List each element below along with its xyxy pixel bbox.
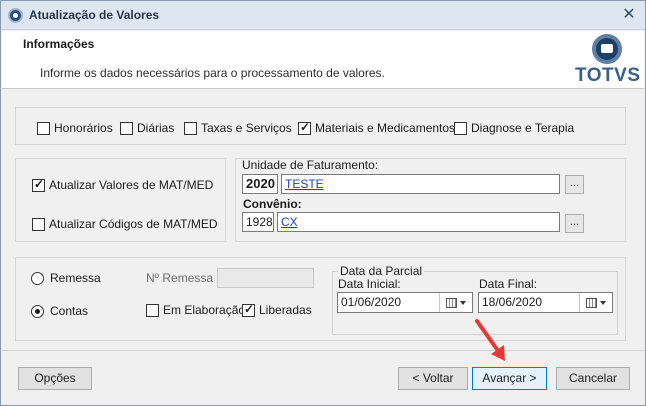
calendar-icon bbox=[446, 297, 457, 308]
totvs-logo: TOTVS bbox=[575, 34, 641, 86]
checkbox-label: Diagnose e Terapia bbox=[471, 121, 575, 135]
unit-code-field[interactable]: 2020 bbox=[242, 174, 278, 194]
radio-circle[interactable] bbox=[31, 271, 44, 285]
start-date-label: Data Inicial: bbox=[338, 277, 401, 291]
footer-divider bbox=[2, 350, 644, 351]
checkbox-box[interactable] bbox=[32, 177, 45, 192]
calendar-icon bbox=[586, 297, 597, 308]
remessa-number-field[interactable] bbox=[217, 268, 314, 288]
chevron-down-icon bbox=[460, 300, 466, 305]
radio-label: Contas bbox=[50, 304, 89, 318]
unit-label: Unidade de Faturamento: bbox=[242, 158, 379, 172]
close-icon[interactable]: ✕ bbox=[619, 7, 639, 24]
checkbox-update-codes[interactable]: Atualizar Códigos de MAT/MED bbox=[32, 217, 218, 231]
radio-remessa[interactable]: Remessa bbox=[31, 271, 101, 285]
next-button[interactable]: Avançar > bbox=[472, 367, 547, 390]
checkbox-box[interactable] bbox=[184, 121, 197, 135]
title-bar[interactable]: Atualização de Valores ✕ bbox=[1, 1, 645, 30]
start-date-picker[interactable]: 01/06/2020 bbox=[337, 292, 473, 313]
checkbox-label: Honorários bbox=[54, 121, 113, 135]
end-date-label: Data Final: bbox=[479, 277, 538, 291]
agreement-code-field[interactable]: 1928 bbox=[242, 212, 274, 232]
radio-label: Remessa bbox=[50, 271, 101, 285]
checkbox-label: Materiais e Medicamentos bbox=[315, 121, 456, 135]
checkbox-box[interactable] bbox=[32, 217, 45, 231]
agreement-lookup-button[interactable]: ... bbox=[565, 214, 584, 233]
agreement-label: Convênio: bbox=[243, 197, 302, 211]
start-date-value[interactable]: 01/06/2020 bbox=[341, 295, 401, 309]
annotation-arrow-icon bbox=[475, 319, 505, 361]
remessa-number-label: Nº Remessa bbox=[146, 271, 214, 285]
wizard-header: Informações Informe os dados necessários… bbox=[2, 31, 644, 89]
checkbox-box[interactable] bbox=[37, 121, 50, 135]
checkbox-em-elaboracao[interactable]: Em Elaboração bbox=[146, 303, 245, 317]
header-description: Informe os dados necessários para o proc… bbox=[40, 66, 385, 80]
checkbox-box[interactable] bbox=[120, 121, 133, 135]
totvs-logo-text: TOTVS bbox=[575, 65, 641, 86]
unit-name-field[interactable]: TESTE bbox=[281, 174, 560, 194]
checkbox-box[interactable] bbox=[146, 303, 159, 317]
chevron-down-icon bbox=[600, 300, 606, 305]
options-button[interactable]: Opções bbox=[18, 367, 92, 390]
agreement-name-field[interactable]: CX bbox=[277, 212, 560, 232]
cancel-button[interactable]: Cancelar bbox=[556, 367, 630, 390]
checkbox-label: Atualizar Códigos de MAT/MED bbox=[49, 217, 218, 231]
radio-contas[interactable]: Contas bbox=[31, 304, 88, 318]
checkbox-label: Taxas e Serviços bbox=[201, 121, 292, 135]
checkbox-liberadas[interactable]: Liberadas bbox=[242, 302, 312, 317]
checkbox-label: Em Elaboração bbox=[163, 303, 246, 317]
unit-lookup-button[interactable]: ... bbox=[565, 175, 584, 194]
checkbox-label: Diárias bbox=[137, 121, 175, 135]
back-button[interactable]: < Voltar bbox=[398, 367, 468, 390]
calendar-dropdown-button[interactable] bbox=[439, 293, 472, 312]
calendar-dropdown-button[interactable] bbox=[579, 293, 612, 312]
header-title: Informações bbox=[23, 37, 95, 51]
checkbox-diagnose-terapia[interactable]: Diagnose e Terapia bbox=[454, 121, 574, 135]
checkbox-label: Liberadas bbox=[259, 303, 312, 317]
checkbox-box[interactable] bbox=[242, 302, 255, 317]
checkbox-box[interactable] bbox=[454, 121, 467, 135]
checkbox-label: Atualizar Valores de MAT/MED bbox=[49, 178, 214, 192]
partial-date-legend: Data da Parcial bbox=[338, 264, 425, 278]
radio-circle[interactable] bbox=[31, 304, 44, 318]
checkbox-honorarios[interactable]: Honorários bbox=[37, 121, 113, 135]
totvs-logo-icon bbox=[592, 34, 622, 64]
dialog-window: Atualização de Valores ✕ Informações Inf… bbox=[0, 0, 646, 406]
end-date-picker[interactable]: 18/06/2020 bbox=[478, 292, 613, 313]
checkbox-diarias[interactable]: Diárias bbox=[120, 121, 174, 135]
checkbox-taxas-servicos[interactable]: Taxas e Serviços bbox=[184, 121, 292, 135]
end-date-value[interactable]: 18/06/2020 bbox=[482, 295, 542, 309]
checkbox-box[interactable] bbox=[298, 120, 311, 135]
window-title: Atualização de Valores bbox=[29, 8, 160, 22]
checkbox-update-values[interactable]: Atualizar Valores de MAT/MED bbox=[32, 177, 214, 192]
checkbox-materiais-medicamentos[interactable]: Materiais e Medicamentos bbox=[298, 120, 456, 135]
app-icon bbox=[8, 8, 23, 23]
